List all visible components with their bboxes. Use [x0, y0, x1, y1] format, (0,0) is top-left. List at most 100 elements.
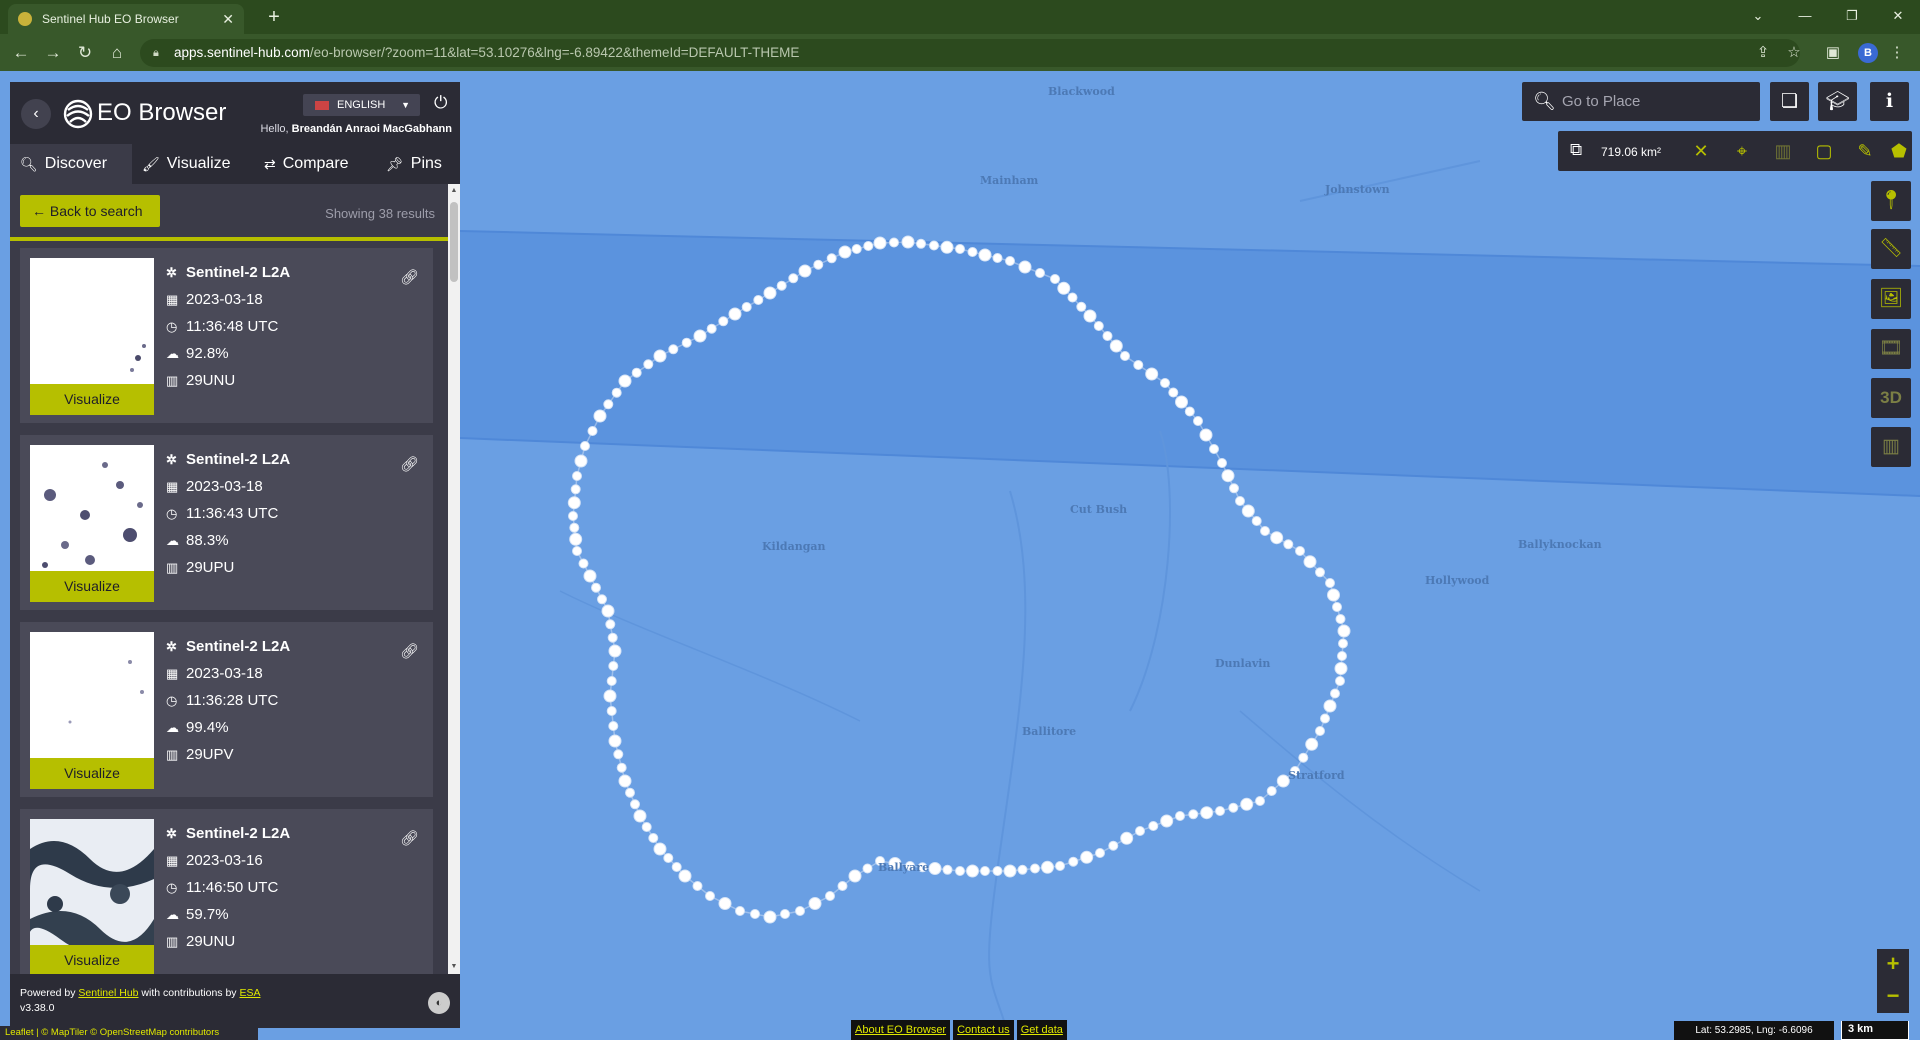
scroll-up-icon[interactable]: ▲: [448, 184, 460, 198]
scroll-down-icon[interactable]: ▼: [448, 960, 460, 974]
aoi-vertex-handle[interactable]: [1325, 578, 1335, 588]
get-data-link[interactable]: Get data: [1016, 1020, 1067, 1040]
copy-icon[interactable]: ⧉: [1570, 140, 1582, 160]
aoi-vertex-handle[interactable]: [1228, 802, 1239, 813]
aoi-vertex-handle[interactable]: [1175, 811, 1185, 821]
home-icon[interactable]: ⌂: [104, 40, 130, 66]
aoi-vertex-handle[interactable]: [569, 522, 580, 533]
aoi-vertex-handle[interactable]: [728, 307, 742, 321]
aoi-vertex-handle[interactable]: [851, 244, 862, 254]
aoi-vertex-handle[interactable]: [942, 864, 953, 875]
aoi-vertex-handle[interactable]: [1255, 796, 1265, 806]
reload-icon[interactable]: ↻: [72, 40, 98, 66]
timelapse-film-icon[interactable]: 🎞︎: [1871, 329, 1911, 369]
tab-compare[interactable]: ⇄ Compare: [254, 144, 376, 184]
aoi-vertex-handle[interactable]: [1102, 331, 1113, 341]
aoi-vertex-handle[interactable]: [1335, 614, 1346, 624]
aoi-vertex-handle[interactable]: [741, 302, 752, 312]
aoi-vertex-handle[interactable]: [587, 426, 598, 436]
link-icon[interactable]: 🔗︎: [400, 829, 419, 847]
aoi-vertex-handle[interactable]: [608, 644, 622, 658]
contact-us-link[interactable]: Contact us: [953, 1020, 1014, 1040]
aoi-vertex-handle[interactable]: [1221, 469, 1235, 483]
aoi-vertex-handle[interactable]: [1068, 856, 1079, 867]
aoi-vertex-handle[interactable]: [1241, 504, 1255, 518]
aoi-vertex-handle[interactable]: [1260, 526, 1270, 536]
aoi-vertex-handle[interactable]: [591, 582, 601, 593]
aoi-vertex-handle[interactable]: [1335, 676, 1345, 686]
aoi-vertex-handle[interactable]: [603, 399, 614, 410]
aoi-vertex-handle[interactable]: [1188, 809, 1199, 820]
share-icon[interactable]: ⇪: [1752, 42, 1774, 64]
aoi-vertex-handle[interactable]: [630, 799, 640, 810]
aoi-vertex-handle[interactable]: [1005, 256, 1015, 266]
minimize-button[interactable]: —: [1785, 4, 1825, 28]
aoi-vertex-handle[interactable]: [574, 454, 588, 468]
aoi-vertex-handle[interactable]: [1266, 786, 1277, 796]
maximize-button[interactable]: ❐: [1832, 4, 1872, 28]
aoi-vertex-handle[interactable]: [606, 676, 617, 686]
pencil-edit-icon[interactable]: ✎: [1852, 138, 1878, 164]
sentinel-hub-link[interactable]: Sentinel Hub: [78, 987, 138, 999]
aoi-vertex-handle[interactable]: [826, 253, 837, 264]
results-scrollbar[interactable]: ▲ ▼: [448, 184, 460, 974]
browser-tab[interactable]: Sentinel Hub EO Browser ✕: [8, 4, 244, 34]
aoi-vertex-handle[interactable]: [718, 316, 729, 327]
language-select[interactable]: ENGLISH ▼: [303, 94, 420, 116]
aoi-vertex-handle[interactable]: [633, 809, 647, 823]
aoi-vertex-handle[interactable]: [838, 245, 852, 259]
aoi-vertex-handle[interactable]: [1217, 458, 1227, 468]
aoi-vertex-handle[interactable]: [763, 286, 777, 300]
aoi-vertex-handle[interactable]: [1200, 806, 1214, 820]
url-bar[interactable]: 🔒︎ apps.sentinel-hub.com/eo-browser/?zoo…: [140, 39, 1800, 67]
aoi-vertex-handle[interactable]: [570, 484, 581, 495]
link-icon[interactable]: 🔗︎: [400, 642, 419, 660]
aoi-vertex-handle[interactable]: [929, 240, 939, 251]
visualize-button[interactable]: Visualize: [30, 945, 154, 974]
aoi-vertex-handle[interactable]: [798, 264, 812, 278]
aoi-vertex-handle[interactable]: [978, 248, 992, 262]
aoi-vertex-handle[interactable]: [653, 349, 667, 363]
aoi-vertex-handle[interactable]: [681, 337, 692, 348]
esa-link[interactable]: ESA: [239, 987, 260, 999]
aoi-vertex-handle[interactable]: [1215, 806, 1225, 816]
aoi-vertex-handle[interactable]: [1067, 292, 1078, 303]
aoi-vertex-handle[interactable]: [1303, 555, 1317, 569]
side-panel-icon[interactable]: ▣: [1822, 42, 1844, 64]
tab-close-icon[interactable]: ✕: [222, 11, 234, 28]
aoi-vertex-handle[interactable]: [1283, 539, 1294, 550]
aoi-vertex-handle[interactable]: [567, 496, 581, 510]
new-tab-button[interactable]: +: [262, 5, 286, 29]
aoi-vertex-handle[interactable]: [583, 569, 597, 583]
aoi-vertex-handle[interactable]: [1323, 699, 1337, 713]
aoi-vertex-handle[interactable]: [940, 240, 954, 254]
zoom-in-button[interactable]: +: [1877, 949, 1909, 981]
aoi-vertex-handle[interactable]: [808, 897, 822, 910]
aoi-vertex-handle[interactable]: [1298, 752, 1309, 763]
aoi-vertex-handle[interactable]: [955, 866, 965, 876]
aoi-vertex-handle[interactable]: [992, 253, 1003, 263]
aoi-vertex-handle[interactable]: [568, 511, 578, 521]
bookmark-star-icon[interactable]: ☆: [1783, 42, 1805, 64]
scrollbar-thumb[interactable]: [450, 202, 458, 282]
aoi-vertex-handle[interactable]: [1017, 864, 1028, 875]
polygon-draw-icon[interactable]: ⬟: [1886, 138, 1912, 164]
aoi-vertex-handle[interactable]: [750, 909, 760, 919]
aoi-vertex-handle[interactable]: [1018, 260, 1032, 274]
aoi-vertex-handle[interactable]: [618, 774, 632, 788]
aoi-vertex-handle[interactable]: [572, 471, 582, 481]
aoi-vertex-handle[interactable]: [862, 863, 873, 874]
aoi-vertex-handle[interactable]: [863, 241, 874, 251]
aoi-vertex-handle[interactable]: [705, 891, 715, 901]
tab-pins[interactable]: 📌︎ Pins: [376, 144, 460, 184]
aoi-vertex-handle[interactable]: [955, 244, 965, 254]
aoi-vertex-handle[interactable]: [916, 238, 926, 249]
aoi-vertex-handle[interactable]: [1332, 602, 1342, 612]
link-icon[interactable]: 🔗︎: [400, 455, 419, 473]
aoi-vertex-handle[interactable]: [1095, 848, 1105, 858]
aoi-vertex-handle[interactable]: [1083, 309, 1097, 323]
aoi-vertex-handle[interactable]: [1209, 444, 1219, 454]
tab-visualize[interactable]: 🖌︎ Visualize: [132, 144, 254, 184]
aoi-vertex-handle[interactable]: [1338, 638, 1348, 649]
aoi-vertex-handle[interactable]: [718, 897, 732, 910]
